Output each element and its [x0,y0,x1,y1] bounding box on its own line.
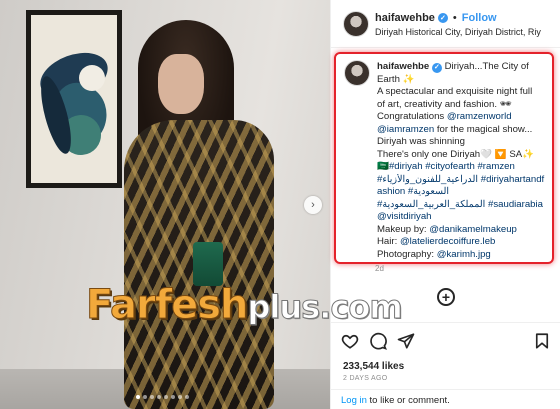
verified-icon: ✓ [437,13,448,23]
carousel-dot [171,395,175,399]
caption-line: Earth ✨ [377,73,415,85]
separator-dot: • [452,12,457,24]
face [158,54,204,114]
mention-link[interactable]: @karimh.jpg [437,249,491,260]
woman-figure [118,20,288,409]
comment-icon[interactable] [369,332,387,350]
carousel-dot [185,395,189,399]
caption-username[interactable]: haifawehbe [377,61,429,72]
caption-line: Photography: [377,248,435,260]
carousel-dot [150,395,154,399]
carousel-dot [143,395,147,399]
login-prompt-text: to like or comment. [366,395,450,406]
hashtag-line[interactable]: #الدراعية_للفنون_والأزياء #diriyahartand… [377,174,551,187]
caption: haifawehbe ✓ Diriyah...The City of Earth… [377,61,551,261]
hashtag-line[interactable]: 🇸🇦#diriyah #cityofearth #ramzen [377,161,551,174]
mention-link[interactable]: @visitdiriyah [377,211,551,224]
follow-button[interactable]: Follow [462,12,497,24]
verified-icon: ✓ [431,63,442,74]
share-icon[interactable] [397,332,415,350]
caption-line: of art, creativity and fashion. 🕶 [377,98,512,110]
location-link[interactable]: Diriyah Historical City, Diriyah Distric… [375,27,541,37]
avatar[interactable] [343,11,369,37]
header-username[interactable]: haifawehbe [375,12,435,24]
like-count[interactable]: 233,544 likes [343,361,404,372]
caption-line: Hair: [377,236,398,247]
caption-line: Makeup by: [377,223,427,235]
carousel-dot [157,395,161,399]
paint-stroke [79,65,105,91]
caption-highlight-box: haifawehbe ✓ Diriyah...The City of Earth… [334,52,554,264]
heart-icon[interactable] [341,332,359,350]
login-link[interactable]: Log in [341,395,367,406]
carousel-dot [178,395,182,399]
mention-link[interactable]: @ramzenworld [447,111,512,122]
caption-age: 2d [375,264,384,273]
avatar[interactable] [344,60,370,86]
carousel-dot [136,395,140,399]
hashtag-line[interactable]: #المملكة_العربية_السعودية #saudiarabia [377,199,551,212]
post-photo[interactable]: › [0,0,330,409]
painting-canvas [31,15,117,183]
bookmark-icon[interactable] [533,332,551,350]
header-user-row: haifawehbe ✓ • Follow [375,12,497,24]
caption-line: for the magical show... [436,123,533,135]
post-date[interactable]: 2 DAYS AGO [343,375,388,382]
green-handbag [193,242,223,286]
action-bar [331,322,560,358]
mention-link[interactable]: @danikamelmakeup [429,224,517,235]
caption-line: Diriyah was shinning [377,136,465,147]
caption-line: There's only one Diriyah🤍 🔽 SA✨ [377,148,535,160]
wall-painting [26,10,122,188]
carousel-dots [136,395,189,399]
carousel-dot [164,395,168,399]
post-side-panel: haifawehbe ✓ • Follow Diriyah Historical… [330,0,560,409]
hashtag-line[interactable]: ashion #السعودية [377,186,551,199]
mention-link[interactable]: @iamramzen [377,124,434,135]
post-header: haifawehbe ✓ • Follow Diriyah Historical… [331,0,560,48]
mention-link[interactable]: @latelierdecoiffure.leb [400,236,495,247]
caption-line: A spectacular and exquisite night full [377,86,533,97]
load-more-comments-button[interactable]: + [437,288,455,306]
login-prompt: Log in to like or comment. [331,389,560,409]
caption-line: Congratulations [377,111,445,122]
chevron-right-icon[interactable]: › [304,196,322,214]
caption-line: Diriyah...The City of [444,61,529,72]
